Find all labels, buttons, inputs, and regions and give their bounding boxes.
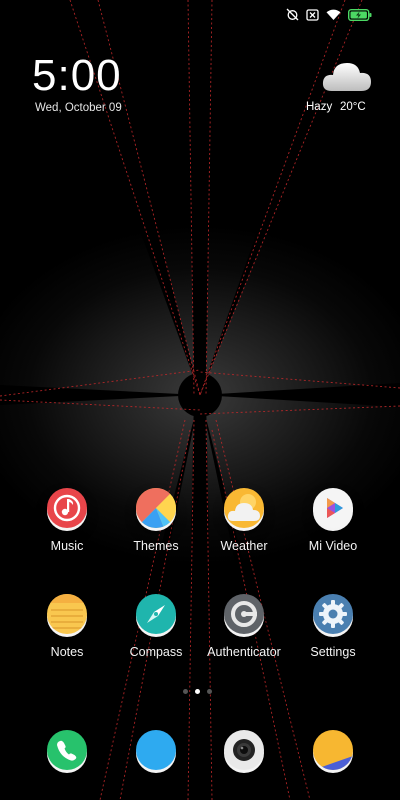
cloud-icon <box>320 57 374 100</box>
themes-icon <box>136 488 176 528</box>
compass-icon <box>136 594 176 634</box>
settings-icon <box>313 594 353 634</box>
app-label: Weather <box>220 539 268 553</box>
app-weather[interactable]: Weather <box>199 488 289 553</box>
battery-charging-icon <box>348 8 372 21</box>
phone-icon <box>47 730 87 770</box>
weather-icon <box>224 488 264 528</box>
music-icon <box>47 488 87 528</box>
clock-date: Wed, October 09 <box>35 102 122 114</box>
page-dot[interactable] <box>207 689 212 694</box>
app-themes[interactable]: Themes <box>111 488 201 553</box>
app-label: Settings <box>310 645 356 659</box>
camera-icon <box>224 730 264 770</box>
app-label: Themes <box>133 539 179 553</box>
weather-widget[interactable]: Hazy 20°C <box>300 55 374 117</box>
app-notes[interactable]: Notes <box>22 594 112 659</box>
page-dot-current[interactable] <box>195 689 200 694</box>
weather-condition: Hazy <box>306 101 333 113</box>
wifi-icon <box>326 9 341 21</box>
no-sim-icon <box>306 8 319 21</box>
status-bar <box>286 8 372 21</box>
dock-messaging[interactable] <box>111 730 201 770</box>
page-dot[interactable] <box>183 689 188 694</box>
app-settings[interactable]: Settings <box>288 594 378 659</box>
alarm-off-icon <box>286 8 299 21</box>
messaging-icon <box>136 730 176 770</box>
notes-icon <box>47 594 87 634</box>
app-authenticator[interactable]: Authenticator <box>199 594 289 659</box>
gallery-icon <box>313 730 353 770</box>
app-mi-video[interactable]: Mi Video <box>288 488 378 553</box>
authenticator-icon <box>224 594 264 634</box>
wallpaper-starburst <box>0 0 400 800</box>
app-label: Authenticator <box>207 645 281 659</box>
app-label: Music <box>50 539 84 553</box>
dock-camera[interactable] <box>199 730 289 770</box>
app-music[interactable]: Music <box>22 488 112 553</box>
page-indicator <box>183 689 212 694</box>
app-label: Mi Video <box>308 539 358 553</box>
clock-time[interactable]: 5:00 <box>32 52 122 100</box>
app-compass[interactable]: Compass <box>111 594 201 659</box>
home-screen: 5:00 Wed, October 09 Hazy 20°C Music The… <box>0 0 400 800</box>
dock-phone[interactable] <box>22 730 112 770</box>
app-label: Compass <box>129 645 183 659</box>
weather-temperature: 20°C <box>340 101 366 113</box>
mi-video-icon <box>313 488 353 528</box>
dock-gallery[interactable] <box>288 730 378 770</box>
app-label: Notes <box>50 645 84 659</box>
